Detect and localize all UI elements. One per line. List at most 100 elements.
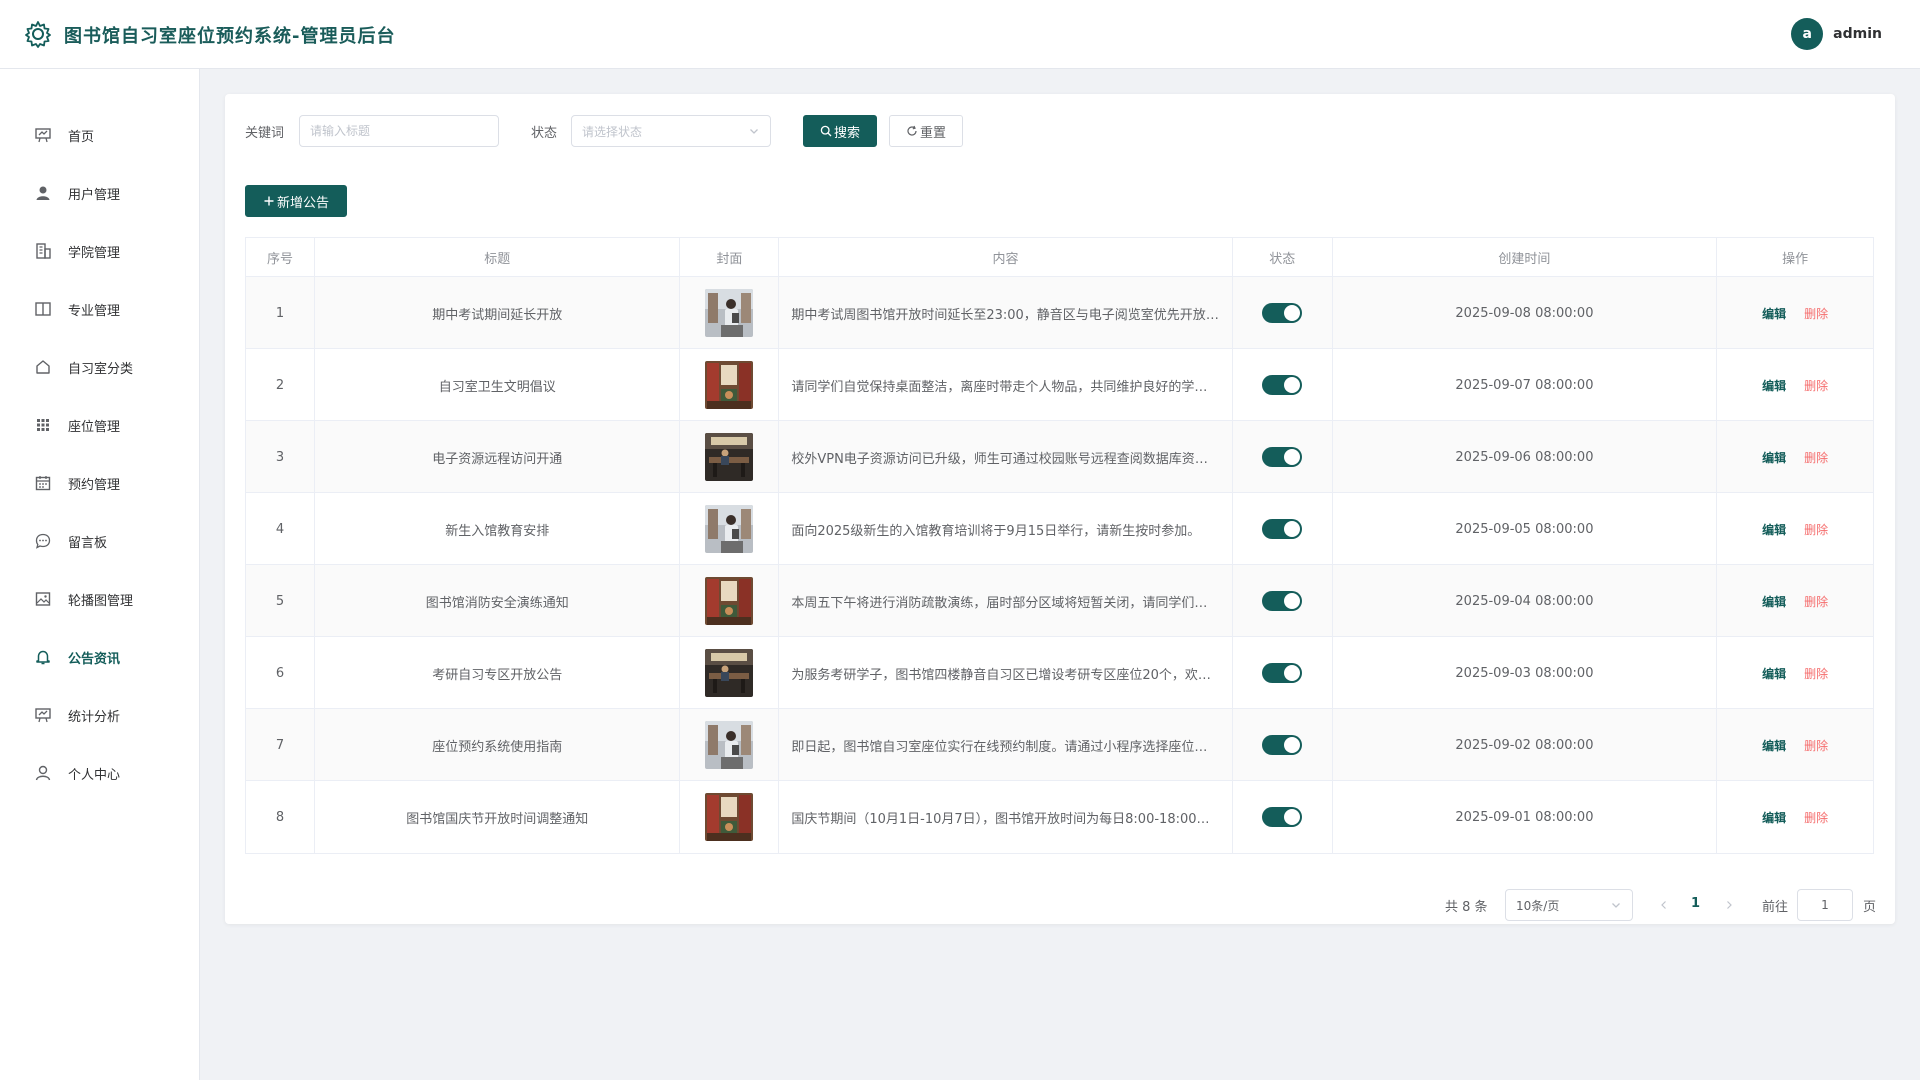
status-toggle[interactable] bbox=[1262, 591, 1303, 611]
building-icon bbox=[36, 243, 51, 259]
goto-page-input[interactable]: 1 bbox=[1797, 889, 1853, 921]
row-cover bbox=[680, 277, 780, 349]
search-button[interactable]: 搜索 bbox=[803, 115, 877, 147]
edit-button[interactable]: 编辑 bbox=[1762, 593, 1786, 610]
sidebar-item-label: 专业管理 bbox=[68, 303, 121, 319]
status-toggle[interactable] bbox=[1262, 303, 1303, 323]
delete-button[interactable]: 删除 bbox=[1804, 737, 1828, 754]
cover-thumbnail[interactable] bbox=[705, 361, 754, 409]
delete-button[interactable]: 删除 bbox=[1804, 593, 1828, 610]
status-toggle[interactable] bbox=[1262, 735, 1303, 755]
row-cover bbox=[680, 637, 780, 709]
sidebar-item-users[interactable]: 用户管理 bbox=[0, 173, 199, 213]
cover-thumbnail[interactable] bbox=[705, 793, 754, 841]
edit-button[interactable]: 编辑 bbox=[1762, 449, 1786, 466]
page-size-select[interactable]: 10条/页 bbox=[1505, 889, 1633, 921]
page-number-current[interactable]: 1 bbox=[1691, 896, 1700, 911]
row-status bbox=[1233, 709, 1333, 781]
edit-button[interactable]: 编辑 bbox=[1762, 809, 1786, 826]
sidebar-item-profile[interactable]: 个人中心 bbox=[0, 753, 199, 793]
row-created: 2025-09-03 08:00:00 bbox=[1333, 637, 1718, 709]
sidebar-item-majors[interactable]: 专业管理 bbox=[0, 289, 199, 329]
row-content: 面向2025级新生的入馆教育培训将于9月15日举行，请新生按时参加。 bbox=[779, 493, 1233, 565]
sidebar-item-statistics[interactable]: 统计分析 bbox=[0, 695, 199, 735]
goto-page-value[interactable]: 1 bbox=[1821, 898, 1829, 912]
toggle-knob bbox=[1284, 737, 1301, 753]
cover-thumbnail[interactable] bbox=[705, 721, 754, 769]
cover-thumbnail[interactable] bbox=[705, 505, 754, 553]
row-created: 2025-09-05 08:00:00 bbox=[1333, 493, 1718, 565]
sidebar-item-carousel[interactable]: 轮播图管理 bbox=[0, 579, 199, 619]
avatar[interactable]: a bbox=[1791, 18, 1824, 50]
status-toggle[interactable] bbox=[1262, 519, 1303, 539]
row-content-text: 即日起，图书馆自习室座位实行在线预约制度。请通过小程序选择座位并按时签到。 bbox=[791, 739, 1220, 755]
edit-button[interactable]: 编辑 bbox=[1762, 521, 1786, 538]
delete-button[interactable]: 删除 bbox=[1804, 449, 1828, 466]
row-status bbox=[1233, 565, 1333, 637]
row-content: 即日起，图书馆自习室座位实行在线预约制度。请通过小程序选择座位并按时签到。 bbox=[779, 709, 1233, 781]
status-toggle[interactable] bbox=[1262, 447, 1303, 467]
sidebar-item-label: 公告资讯 bbox=[68, 651, 121, 667]
row-cover bbox=[680, 709, 780, 781]
reset-button-label: 重置 bbox=[919, 125, 946, 141]
delete-button[interactable]: 删除 bbox=[1804, 521, 1828, 538]
row-index: 3 bbox=[246, 421, 315, 493]
next-page-icon[interactable] bbox=[1724, 900, 1734, 910]
row-status bbox=[1233, 781, 1333, 853]
delete-button[interactable]: 删除 bbox=[1804, 377, 1828, 394]
row-status bbox=[1233, 349, 1333, 421]
table-header: 序号 标题 封面 内容 状态 创建时间 操作 bbox=[246, 238, 1873, 277]
goto-label: 前往 bbox=[1762, 900, 1789, 915]
keyword-input[interactable] bbox=[310, 124, 498, 138]
status-toggle[interactable] bbox=[1262, 807, 1303, 827]
chevron-down-icon bbox=[750, 129, 758, 134]
prev-page-icon[interactable] bbox=[1659, 900, 1669, 910]
sidebar-item-message-board[interactable]: 留言板 bbox=[0, 521, 199, 561]
delete-button[interactable]: 删除 bbox=[1804, 809, 1828, 826]
chat-icon bbox=[35, 533, 51, 549]
row-content-text: 本周五下午将进行消防疏散演练，届时部分区域将短暂关闭，请同学们配合。 bbox=[791, 595, 1220, 611]
sidebar-item-seats[interactable]: 座位管理 bbox=[0, 405, 199, 445]
column-header-cover: 封面 bbox=[680, 238, 780, 277]
reset-button[interactable]: 重置 bbox=[889, 115, 963, 147]
row-index: 2 bbox=[246, 349, 315, 421]
table-row: 1 期中考试期间延长开放 期中考试周图书馆开放时间延长至23:00，静音区与电子阅览… bbox=[246, 277, 1873, 349]
row-content: 本周五下午将进行消防疏散演练，届时部分区域将短暂关闭，请同学们配合。 bbox=[779, 565, 1233, 637]
sidebar-item-label: 预约管理 bbox=[68, 477, 121, 493]
row-actions: 编辑 删除 bbox=[1717, 781, 1873, 853]
sidebar-item-room-categories[interactable]: 自习室分类 bbox=[0, 347, 199, 387]
edit-button[interactable]: 编辑 bbox=[1762, 665, 1786, 682]
cover-thumbnail[interactable] bbox=[705, 577, 754, 625]
sidebar-item-label: 留言板 bbox=[68, 535, 108, 551]
edit-button[interactable]: 编辑 bbox=[1762, 377, 1786, 394]
status-toggle[interactable] bbox=[1262, 375, 1303, 395]
sidebar-item-home[interactable]: 首页 bbox=[0, 115, 199, 155]
username[interactable]: admin bbox=[1833, 26, 1882, 42]
sidebar-item-announcements[interactable]: 公告资讯 bbox=[0, 637, 199, 677]
user-menu[interactable]: a admin bbox=[1791, 18, 1882, 50]
row-created: 2025-09-01 08:00:00 bbox=[1333, 781, 1718, 853]
edit-button[interactable]: 编辑 bbox=[1762, 737, 1786, 754]
row-content-text: 期中考试周图书馆开放时间延长至23:00，静音区与电子阅览室优先开放，请同学们合… bbox=[791, 307, 1219, 323]
status-toggle[interactable] bbox=[1262, 663, 1303, 683]
delete-button[interactable]: 删除 bbox=[1804, 305, 1828, 322]
add-announcement-button[interactable]: 新增公告 bbox=[245, 185, 347, 217]
cover-thumbnail[interactable] bbox=[705, 433, 754, 481]
row-cover bbox=[680, 565, 780, 637]
keyword-input-wrapper[interactable] bbox=[299, 115, 499, 147]
add-announcement-label: 新增公告 bbox=[276, 195, 329, 211]
cover-thumbnail[interactable] bbox=[705, 289, 754, 337]
column-header-created: 创建时间 bbox=[1333, 238, 1718, 277]
row-status bbox=[1233, 493, 1333, 565]
sidebar-item-reservations[interactable]: 预约管理 bbox=[0, 463, 199, 503]
row-actions: 编辑 删除 bbox=[1717, 349, 1873, 421]
edit-button[interactable]: 编辑 bbox=[1762, 305, 1786, 322]
user-icon bbox=[36, 186, 50, 200]
column-header-actions: 操作 bbox=[1782, 252, 1809, 267]
status-select[interactable]: 请选择状态 bbox=[571, 115, 771, 147]
table-row: 7 座位预约系统使用指南 即日起，图书馆自习室座位实行在线预约制度。请通过小程序选择… bbox=[246, 709, 1873, 781]
delete-button[interactable]: 删除 bbox=[1804, 665, 1828, 682]
row-actions: 编辑 删除 bbox=[1717, 493, 1873, 565]
cover-thumbnail[interactable] bbox=[705, 649, 754, 697]
sidebar-item-colleges[interactable]: 学院管理 bbox=[0, 231, 199, 271]
